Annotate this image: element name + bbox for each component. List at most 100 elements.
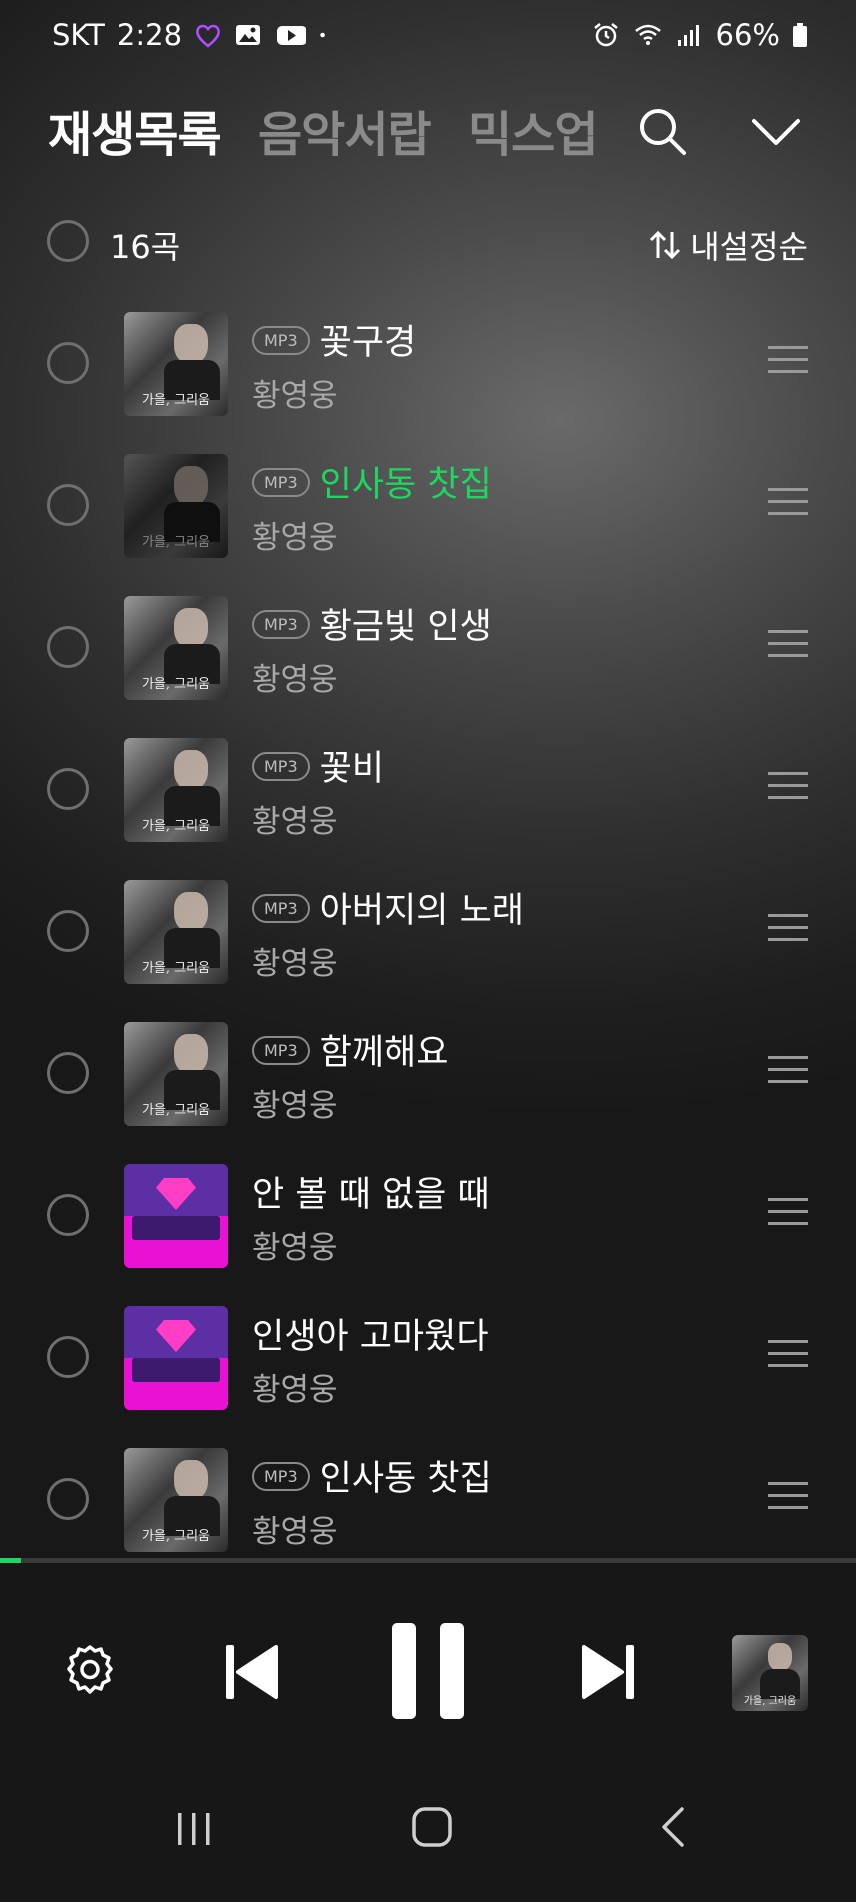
mp3-badge: MP3 xyxy=(252,325,310,355)
track-title-line: MP3 아버지의 노래 xyxy=(252,882,524,933)
system-nav-bar xyxy=(0,1773,856,1902)
drag-handle-icon[interactable] xyxy=(768,630,808,658)
track-artist: 황영웅 xyxy=(252,1514,338,1550)
mp3-badge: MP3 xyxy=(252,751,310,781)
sort-button[interactable]: 내설정순 xyxy=(648,222,808,268)
album-art-caption: 가을, 그리움 xyxy=(141,1103,211,1118)
player-controls: 가을, 그리움 xyxy=(0,1563,856,1773)
track-title-line: MP3 황금빛 인생 xyxy=(252,598,492,649)
track-title: 안 볼 때 없을 때 xyxy=(252,1175,490,1215)
battery-percent: 66% xyxy=(715,18,780,52)
track-select-radio[interactable] xyxy=(47,342,89,384)
skip-next-icon[interactable] xyxy=(580,1643,636,1701)
track-select-radio[interactable] xyxy=(47,484,89,526)
now-playing-caption: 가을, 그리움 xyxy=(743,1696,797,1707)
album-art-caption: 가을, 그리움 xyxy=(141,393,211,408)
skip-previous-icon[interactable] xyxy=(224,1643,280,1701)
track-select-radio[interactable] xyxy=(47,1478,89,1520)
back-icon[interactable] xyxy=(656,1805,692,1849)
album-art-caption: 가을, 그리움 xyxy=(141,535,211,550)
track-row[interactable]: 가을, 그리움 MP3 함께해요 황영웅 xyxy=(0,1012,856,1154)
track-row[interactable]: 안 볼 때 없을 때 황영웅 xyxy=(0,1154,856,1296)
drag-handle-icon[interactable] xyxy=(768,1198,808,1226)
home-icon[interactable] xyxy=(410,1805,454,1849)
track-artist: 황영웅 xyxy=(252,1372,338,1408)
track-title-line: MP3 꽃비 xyxy=(252,740,384,791)
dot-icon xyxy=(320,32,325,38)
album-art: 가을, 그리움 xyxy=(124,596,228,700)
recents-icon[interactable] xyxy=(172,1809,216,1849)
track-row[interactable]: 가을, 그리움 MP3 인사동 찻집 황영웅 xyxy=(0,444,856,662)
track-select-radio[interactable] xyxy=(47,1336,89,1378)
select-all-radio[interactable] xyxy=(47,220,89,262)
drag-handle-icon[interactable] xyxy=(768,1482,808,1510)
wifi-icon xyxy=(634,24,661,45)
tab-music-drawer[interactable]: 음악서랍 xyxy=(258,95,432,165)
mp3-badge: MP3 xyxy=(252,609,310,639)
track-select-radio[interactable] xyxy=(47,1194,89,1236)
track-count: 16곡 xyxy=(110,228,181,266)
track-title: 꽃비 xyxy=(319,749,385,789)
album-art-caption: 가을, 그리움 xyxy=(141,961,211,976)
track-select-radio[interactable] xyxy=(47,1052,89,1094)
track-row[interactable]: 인생아 고마웠다 황영웅 xyxy=(0,1296,856,1438)
track-title: 함께해요 xyxy=(319,1033,449,1073)
track-select-radio[interactable] xyxy=(47,768,89,810)
album-art: 가을, 그리움 xyxy=(124,1448,228,1552)
album-art: 가을, 그리움 xyxy=(124,738,228,842)
drag-handle-icon[interactable] xyxy=(768,488,808,516)
track-select-radio[interactable] xyxy=(47,910,89,952)
status-bar: SKT 2:28 66% xyxy=(0,0,856,80)
list-header: 16곡 내설정순 xyxy=(0,218,856,268)
track-title-line: MP3 꽃구경 xyxy=(252,314,416,365)
time-label: 2:28 xyxy=(116,18,183,52)
tab-playlist[interactable]: 재생목록 xyxy=(48,95,222,165)
album-art xyxy=(124,1164,228,1268)
signal-icon xyxy=(677,25,699,46)
track-title: 인사동 찻집 xyxy=(319,465,492,505)
drag-handle-icon[interactable] xyxy=(768,914,808,942)
mp3-badge: MP3 xyxy=(252,1461,310,1491)
chevron-down-icon[interactable] xyxy=(748,103,804,159)
track-row[interactable]: 가을, 그리움 MP3 아버지의 노래 황영웅 xyxy=(0,870,856,1012)
mp3-badge: MP3 xyxy=(252,893,310,923)
heart-icon xyxy=(196,24,220,48)
youtube-icon xyxy=(277,26,307,45)
sort-label: 내설정순 xyxy=(690,228,808,266)
sort-icon xyxy=(650,230,681,260)
track-artist: 황영웅 xyxy=(252,804,338,840)
drag-handle-icon[interactable] xyxy=(768,772,808,800)
alarm-icon xyxy=(593,23,618,47)
track-artist: 황영웅 xyxy=(252,520,338,556)
album-art: 가을, 그리움 xyxy=(124,454,228,558)
tab-mixup[interactable]: 믹스업 xyxy=(468,95,598,165)
track-artist: 황영웅 xyxy=(252,662,338,698)
track-row[interactable]: 가을, 그리움 MP3 황금빛 인생 황영웅 xyxy=(0,586,856,728)
pause-icon[interactable] xyxy=(390,1621,466,1721)
track-title: 인사동 찻집 xyxy=(319,1459,492,1499)
album-art xyxy=(124,1306,228,1410)
track-title-line: MP3 함께해요 xyxy=(252,1024,448,1075)
album-art-caption: 가을, 그리움 xyxy=(141,677,211,692)
track-title: 아버지의 노래 xyxy=(319,891,524,931)
gallery-icon xyxy=(236,25,261,45)
mp3-badge: MP3 xyxy=(252,467,310,497)
drag-handle-icon[interactable] xyxy=(768,1340,808,1368)
drag-handle-icon[interactable] xyxy=(768,1056,808,1084)
track-row[interactable]: 가을, 그리움 MP3 꽃구경 황영웅 xyxy=(0,302,856,444)
album-art: 가을, 그리움 xyxy=(124,880,228,984)
settings-icon[interactable] xyxy=(60,1641,120,1701)
search-icon[interactable] xyxy=(634,103,690,159)
now-playing-album-art[interactable]: 가을, 그리움 xyxy=(732,1635,808,1711)
album-art: 가을, 그리움 xyxy=(124,312,228,416)
track-title-line: MP3 인사동 찻집 xyxy=(252,456,492,507)
track-artist: 황영웅 xyxy=(252,1230,338,1266)
track-select-radio[interactable] xyxy=(47,626,89,668)
album-art: 가을, 그리움 xyxy=(124,1022,228,1126)
mp3-badge: MP3 xyxy=(252,1035,310,1065)
track-title-line: MP3 인사동 찻집 xyxy=(252,1450,492,1501)
album-art-caption: 가을, 그리움 xyxy=(141,819,211,834)
track-row[interactable]: 가을, 그리움 MP3 꽃비 황영웅 xyxy=(0,728,856,870)
drag-handle-icon[interactable] xyxy=(768,346,808,374)
battery-icon xyxy=(793,23,807,47)
